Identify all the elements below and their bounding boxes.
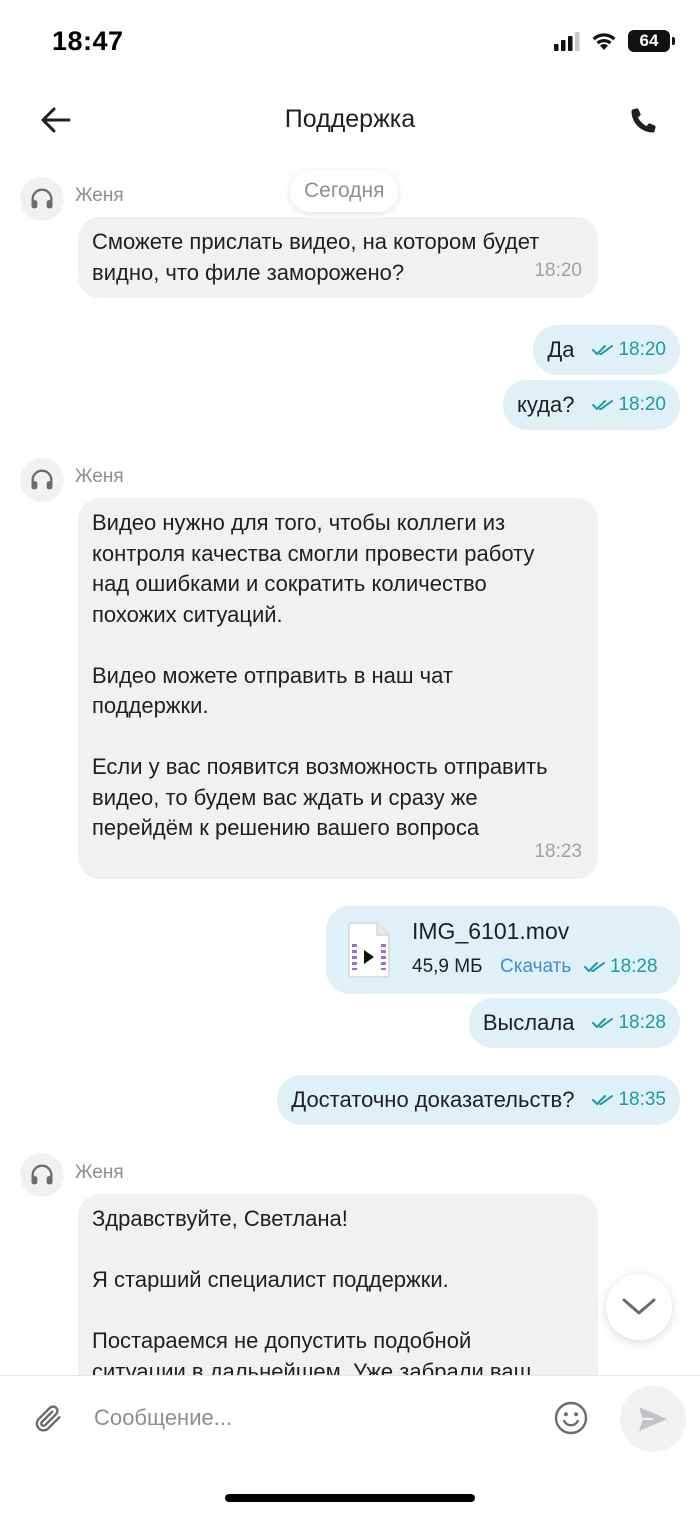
attach-button[interactable]	[28, 1398, 68, 1438]
signal-icon	[554, 32, 580, 51]
file-name: IMG_6101.mov	[412, 918, 570, 944]
message-time: 18:28	[618, 1012, 666, 1033]
message-meta: 18:28	[592, 1012, 666, 1034]
double-check-icon	[592, 1018, 614, 1029]
file-attachment[interactable]: IMG_6101.mov 45,9 МБ Скачать 18:28	[326, 906, 680, 994]
headset-icon	[31, 188, 53, 209]
chat-header: Поддержка	[0, 84, 700, 156]
scroll-down-button[interactable]	[606, 1274, 672, 1340]
message-text: Сможете прислать видео, на котором будет…	[92, 229, 540, 285]
headset-icon	[31, 469, 53, 490]
page-title: Поддержка	[284, 105, 416, 133]
phone-icon	[631, 108, 656, 133]
message-text: Здравствуйте, Светлана! Я старший специа…	[92, 1206, 532, 1375]
status-time: 18:47	[52, 26, 124, 56]
outgoing-message[interactable]: Выслала 18:28	[468, 998, 680, 1048]
send-icon	[639, 1407, 667, 1431]
video-file-icon	[348, 922, 390, 978]
sender-name: Женя	[75, 185, 124, 206]
double-check-icon	[592, 400, 614, 411]
incoming-message[interactable]: Видео нужно для того, чтобы коллеги из к…	[78, 498, 598, 879]
chevron-down-icon	[622, 1298, 656, 1315]
message-time: 18:28	[610, 956, 658, 977]
smiley-icon	[554, 1401, 588, 1435]
wifi-icon	[592, 33, 616, 50]
status-bar: 18:47 64	[0, 0, 700, 84]
date-divider: Сегодня	[290, 170, 399, 212]
avatar	[20, 177, 64, 221]
message-text: Достаточно доказательств?	[291, 1087, 575, 1112]
battery-icon: 64	[628, 30, 675, 52]
double-check-icon	[584, 962, 605, 973]
double-check-icon	[592, 345, 614, 356]
incoming-message[interactable]: Здравствуйте, Светлана! Я старший специа…	[78, 1194, 598, 1375]
status-icons: 64	[554, 30, 675, 52]
double-check-icon	[592, 1095, 614, 1106]
message-text: куда?	[517, 392, 575, 417]
chat-area[interactable]: Женя Сегодня Сможете прислать видео, на …	[0, 160, 700, 1375]
sender-name: Женя	[75, 466, 124, 487]
message-input[interactable]	[94, 1398, 534, 1438]
outgoing-message[interactable]: Достаточно доказательств? 18:35	[277, 1075, 680, 1125]
sender-name: Женя	[75, 1162, 124, 1183]
message-text: Да	[547, 337, 575, 362]
message-meta: 18:20	[592, 394, 666, 416]
message-composer	[0, 1375, 700, 1515]
message-time: 18:20	[618, 394, 666, 415]
message-meta: 18:28	[584, 956, 658, 978]
outgoing-message[interactable]: куда? 18:20	[503, 380, 680, 430]
outgoing-message[interactable]: Да 18:20	[533, 325, 680, 375]
home-indicator	[225, 1494, 475, 1502]
message-time: 18:20	[618, 339, 666, 360]
avatar	[20, 458, 64, 502]
message-meta: 18:35	[592, 1089, 666, 1111]
headset-icon	[31, 1164, 53, 1185]
call-button[interactable]	[622, 98, 666, 142]
message-meta: 18:20	[592, 339, 666, 361]
message-text: Видео нужно для того, чтобы коллеги из к…	[92, 510, 548, 840]
download-link[interactable]: Скачать	[500, 956, 571, 978]
message-time: 18:20	[534, 259, 582, 281]
message-time: 18:35	[618, 1089, 666, 1110]
emoji-button[interactable]	[551, 1398, 591, 1438]
file-size: 45,9 МБ	[412, 956, 483, 977]
send-button[interactable]	[620, 1386, 686, 1452]
message-time: 18:23	[534, 840, 582, 862]
message-text: Выслала	[482, 1010, 575, 1035]
avatar	[20, 1153, 64, 1197]
paperclip-icon	[35, 1405, 61, 1432]
incoming-message[interactable]: Сможете прислать видео, на котором будет…	[78, 217, 598, 298]
